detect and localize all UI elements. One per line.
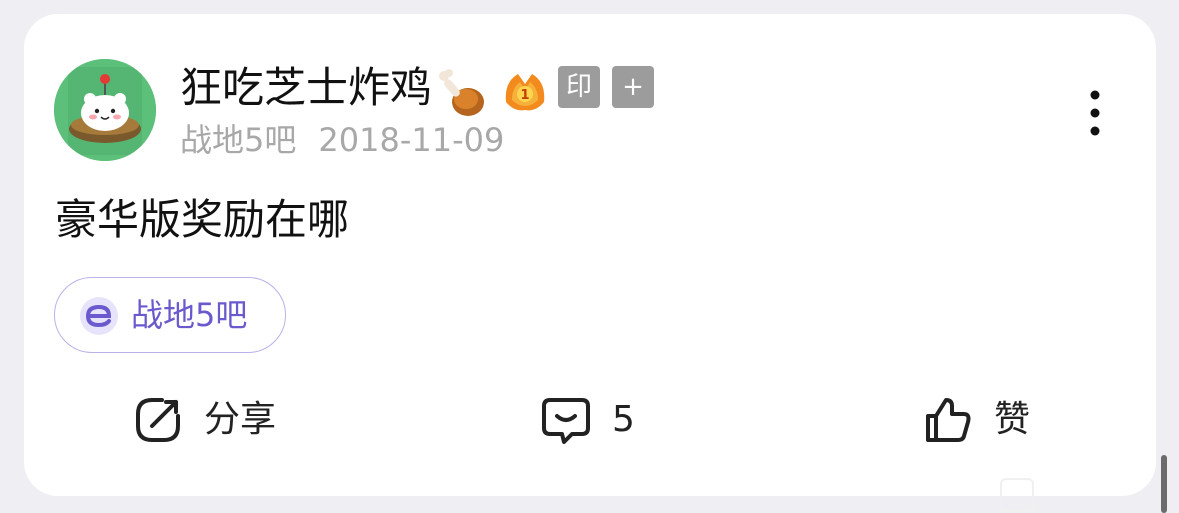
chicken-drumstick-icon bbox=[439, 69, 484, 116]
like-label: 赞 bbox=[994, 399, 1031, 440]
post-card[interactable]: 狂吃芝士炸鸡 1 印 + 战地5吧 2018-11-09 豪华版奖励在哪 战地5吧 bbox=[24, 14, 1156, 512]
more-vertical-icon[interactable] bbox=[1082, 88, 1108, 138]
add-badge[interactable]: + bbox=[612, 66, 654, 108]
author-name[interactable]: 狂吃芝士炸鸡 bbox=[180, 62, 432, 114]
share-button[interactable]: 分享 bbox=[132, 394, 276, 446]
forum-e-icon bbox=[80, 297, 118, 335]
post-date: 2018-11-09 bbox=[318, 121, 505, 159]
forum-chip[interactable]: 战地5吧 bbox=[54, 277, 286, 353]
post-meta: 战地5吧 2018-11-09 bbox=[180, 120, 504, 160]
level-1-flame-badge-icon: 1 bbox=[505, 74, 545, 111]
thumbs-up-icon bbox=[926, 398, 971, 442]
post-content[interactable]: 豪华版奖励在哪 bbox=[55, 194, 349, 246]
share-icon bbox=[136, 398, 180, 442]
like-button[interactable]: 赞 bbox=[922, 394, 1030, 446]
hamster-avatar-icon bbox=[54, 59, 156, 161]
avatar[interactable] bbox=[54, 59, 156, 161]
scrollbar-thumb[interactable] bbox=[1161, 455, 1167, 513]
comment-button[interactable]: 5 bbox=[540, 394, 635, 446]
share-label: 分享 bbox=[204, 399, 277, 440]
comment-icon bbox=[542, 398, 590, 444]
seal-badge: 印 bbox=[558, 66, 600, 108]
forum-chip-label: 战地5吧 bbox=[131, 296, 248, 334]
comment-count: 5 bbox=[612, 399, 635, 440]
corner-watermark bbox=[1000, 478, 1034, 512]
forum-name[interactable]: 战地5吧 bbox=[180, 121, 296, 159]
svg-text:1: 1 bbox=[520, 88, 529, 103]
